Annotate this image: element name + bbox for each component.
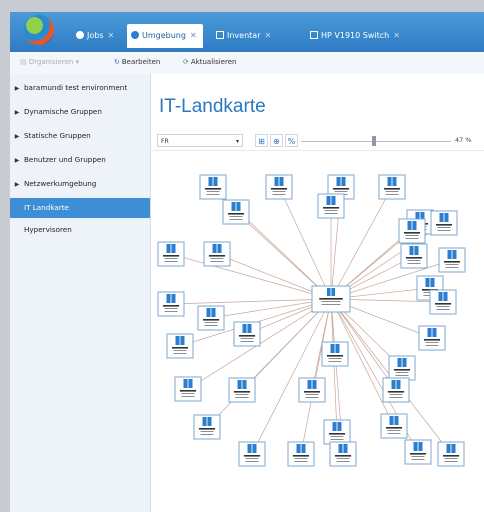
sidebar-item-label: IT Landkarte <box>24 203 69 212</box>
edit-label: Bearbeiten <box>121 58 161 66</box>
map-node[interactable] <box>199 174 227 200</box>
edit-icon: ↻ <box>114 58 120 66</box>
map-node[interactable] <box>174 376 202 402</box>
layout-select-value: FR <box>161 138 169 145</box>
sidebar-item-dynamic-groups[interactable]: ▶ Dynamische Gruppen <box>10 102 150 122</box>
map-node[interactable] <box>157 291 185 317</box>
expand-arrow-icon[interactable]: ▶ <box>10 127 24 146</box>
app-logo-icon[interactable] <box>24 15 54 45</box>
edit-button[interactable]: ↻ Bearbeiten <box>114 58 160 66</box>
toolbar: ▤ Organisieren ▾ ↻ Bearbeiten ⟳ Aktualisier… <box>10 52 484 75</box>
layout-select[interactable]: FR ▾ <box>157 134 243 147</box>
zoom-reset-icon[interactable]: % <box>285 134 298 147</box>
inventory-icon <box>216 31 224 39</box>
map-node[interactable] <box>388 355 416 381</box>
map-node[interactable] <box>430 210 458 236</box>
map-node[interactable] <box>382 377 410 403</box>
refresh-icon: ⟳ <box>183 58 189 66</box>
tab-hp-switch[interactable]: HP V1910 Switch ✕ <box>306 25 406 47</box>
map-node[interactable] <box>157 241 185 267</box>
sidebar: ▶ baramundi test environment ▶ Dynamische … <box>10 74 151 512</box>
map-node-hub[interactable] <box>311 285 351 313</box>
expand-arrow-icon[interactable]: ▶ <box>10 175 24 194</box>
map-node[interactable] <box>398 218 426 244</box>
sidebar-item-network[interactable]: ▶ Netzwerkumgebung <box>10 174 150 194</box>
fit-view-icon[interactable]: ⊞ <box>255 134 268 147</box>
map-node[interactable] <box>298 377 326 403</box>
map-node[interactable] <box>400 243 428 269</box>
chevron-down-icon: ▾ <box>235 138 239 145</box>
environment-icon <box>131 31 139 39</box>
jobs-icon <box>76 31 84 39</box>
switch-icon <box>310 31 318 39</box>
main-panel: IT-Landkarte FR ▾ ⊞ ⊕ % 47 % <box>151 74 484 512</box>
zoom-slider[interactable] <box>301 141 451 142</box>
map-node[interactable] <box>222 199 250 225</box>
connection-line <box>170 298 332 305</box>
map-node[interactable] <box>287 441 315 467</box>
close-icon[interactable]: ✕ <box>108 31 115 40</box>
sidebar-item-it-map[interactable]: IT Landkarte <box>10 198 150 218</box>
expand-arrow-icon[interactable]: ▶ <box>10 103 24 122</box>
sidebar-item-label: Netzwerkumgebung <box>24 179 97 188</box>
zoom-slider-handle[interactable] <box>372 136 376 146</box>
zoom-percentage: 47 % <box>455 136 472 144</box>
map-node[interactable] <box>418 325 446 351</box>
map-node[interactable] <box>321 341 349 367</box>
map-node[interactable] <box>437 441 465 467</box>
zoom-in-icon[interactable]: ⊕ <box>270 134 283 147</box>
tab-label: Jobs <box>87 31 104 40</box>
sidebar-item-label: Benutzer und Gruppen <box>24 155 106 164</box>
map-node[interactable] <box>380 413 408 439</box>
map-node[interactable] <box>317 193 345 219</box>
sidebar-item-test-environment[interactable]: ▶ baramundi test environment <box>10 78 150 98</box>
close-icon[interactable]: ✕ <box>393 31 400 40</box>
organize-icon: ▤ <box>20 58 27 66</box>
organize-button[interactable]: ▤ Organisieren ▾ <box>20 58 79 66</box>
connection-line <box>251 298 332 455</box>
map-node[interactable] <box>378 174 406 200</box>
map-node[interactable] <box>404 439 432 465</box>
map-node[interactable] <box>429 289 457 315</box>
map-controls: FR ▾ ⊞ ⊕ % 47 % <box>151 132 484 151</box>
map-node[interactable] <box>228 377 256 403</box>
application-window: Jobs ✕ Umgebung ✕ Inventar ✕ HP V1910 Switc… <box>10 12 484 512</box>
tab-bar: Jobs ✕ Umgebung ✕ Inventar ✕ HP V1910 Switc… <box>10 12 484 52</box>
sidebar-item-hypervisors[interactable]: Hypervisoren <box>10 220 150 240</box>
organize-label: Organisieren <box>28 58 74 66</box>
refresh-button[interactable]: ⟳ Aktualisieren <box>183 58 236 66</box>
expand-arrow-icon[interactable]: ▶ <box>10 151 24 170</box>
map-node[interactable] <box>238 441 266 467</box>
expand-arrow-icon[interactable]: ▶ <box>10 79 24 98</box>
map-node[interactable] <box>203 241 231 267</box>
network-map[interactable] <box>151 154 484 512</box>
close-icon[interactable]: ✕ <box>190 31 197 40</box>
sidebar-item-users-groups[interactable]: ▶ Benutzer und Gruppen <box>10 150 150 170</box>
sidebar-item-label: Hypervisoren <box>24 225 72 234</box>
sidebar-item-label: Dynamische Gruppen <box>24 107 102 116</box>
map-node[interactable] <box>329 441 357 467</box>
sidebar-item-label: baramundi test environment <box>24 83 128 92</box>
sidebar-item-label: Statische Gruppen <box>24 131 91 140</box>
tab-label: Inventar <box>227 31 261 40</box>
tab-label: HP V1910 Switch <box>321 31 390 40</box>
map-node[interactable] <box>265 174 293 200</box>
refresh-label: Aktualisieren <box>190 58 237 66</box>
map-node[interactable] <box>438 247 466 273</box>
map-node[interactable] <box>233 321 261 347</box>
close-icon[interactable]: ✕ <box>264 31 271 40</box>
tab-jobs[interactable]: Jobs ✕ <box>72 25 120 47</box>
sidebar-item-static-groups[interactable]: ▶ Statische Gruppen <box>10 126 150 146</box>
page-title: IT-Landkarte <box>159 96 266 117</box>
map-node[interactable] <box>166 333 194 359</box>
tab-environment[interactable]: Umgebung ✕ <box>127 24 203 48</box>
map-node[interactable] <box>197 305 225 331</box>
tab-label: Umgebung <box>142 31 186 40</box>
tab-inventory[interactable]: Inventar ✕ <box>212 25 277 47</box>
map-node[interactable] <box>323 419 351 445</box>
map-node[interactable] <box>193 414 221 440</box>
